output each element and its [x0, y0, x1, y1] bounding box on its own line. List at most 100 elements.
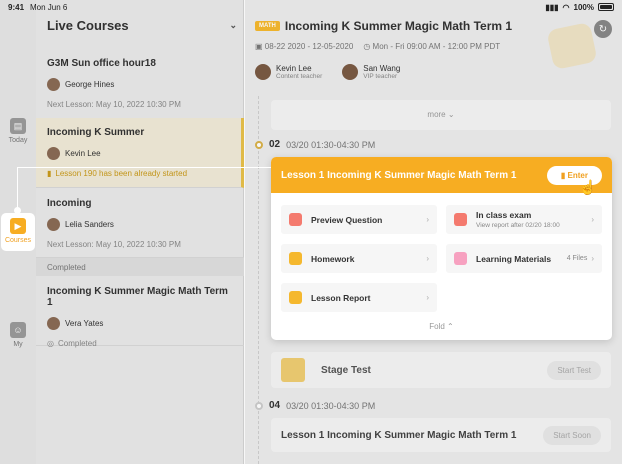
guide-line: [17, 167, 271, 168]
chevron-up-icon: ⌃: [447, 322, 454, 331]
preview-icon: [289, 213, 302, 226]
files-count: 4 Files: [566, 255, 588, 262]
timeline-dot: [255, 401, 263, 410]
homework-icon: [289, 252, 302, 265]
rail-label-courses: Courses: [4, 237, 32, 244]
lesson-row-header: 02 03/20 01:30-04:30 PM: [255, 139, 375, 150]
lesson-number: 02: [269, 139, 281, 150]
rail-item-courses[interactable]: ▶ Courses: [1, 213, 35, 251]
courses-play-icon: ▶: [10, 218, 26, 234]
course-title: G3M Sun office hour18: [47, 58, 156, 69]
start-soon-button: Start Soon: [543, 425, 601, 445]
avatar: [255, 64, 271, 80]
course-status: Lesson 190 has been already started: [55, 169, 188, 178]
rail-item-today[interactable]: ▤ Today: [0, 118, 36, 144]
course-list-header[interactable]: Live Courses ⌄: [47, 18, 237, 33]
lesson-time: 03/20 01:30-04:30 PM: [286, 400, 376, 411]
avatar: [47, 317, 60, 330]
report-icon: [289, 291, 302, 304]
calendar-icon: ▤: [10, 118, 26, 134]
chevron-right-icon: ›: [426, 293, 429, 302]
avatar: [47, 147, 60, 160]
tile-label: In class exam: [476, 210, 532, 220]
homework-tile[interactable]: Homework ›: [281, 244, 437, 273]
pointer-hand-icon: ☝: [579, 179, 597, 195]
chevron-down-icon[interactable]: ⌄: [229, 20, 237, 31]
chevron-right-icon: ›: [591, 215, 594, 224]
completed-section-label: Completed: [36, 258, 244, 276]
rail-label-today: Today: [8, 137, 28, 144]
course-teacher: Vera Yates: [65, 319, 104, 328]
lesson-card: Lesson 1 Incoming K Summer Magic Math Te…: [271, 418, 611, 452]
signal-icon: ▮▮▮: [545, 2, 559, 12]
date-range: 08-22 2020 - 12-05-2020: [264, 42, 354, 51]
course-list-panel: Live Courses ⌄ G3M Sun office hour18 Geo…: [36, 0, 244, 464]
course-title: Incoming K Summer Magic Math Term 1: [47, 286, 228, 308]
test-paper-icon: [281, 358, 305, 382]
rail-label-my: My: [13, 341, 23, 348]
more-button[interactable]: more ⌄: [271, 100, 611, 130]
course-title: Incoming: [47, 198, 92, 209]
page-title: Incoming K Summer Magic Math Term 1: [284, 19, 513, 33]
chevron-right-icon: ›: [426, 254, 429, 263]
play-decoration-icon: [546, 21, 598, 71]
course-teacher: Kevin Lee: [65, 149, 101, 158]
teacher-card: Kevin Lee Content teacher: [255, 64, 322, 80]
chevron-down-icon: ⌄: [447, 110, 455, 119]
tile-label: Homework: [311, 253, 355, 264]
materials-icon: [454, 252, 467, 265]
status-bar: 9:41 Mon Jun 6 ▮▮▮ ◠ 100%: [0, 0, 622, 14]
check-circle-icon: ◎: [47, 339, 54, 348]
status-time: 9:41: [8, 2, 25, 12]
preview-question-tile[interactable]: Preview Question ›: [281, 205, 437, 234]
chevron-right-icon: ›: [426, 215, 429, 224]
avatar: [47, 218, 60, 231]
learning-materials-tile[interactable]: Learning Materials 4 Files ›: [446, 244, 602, 273]
stage-test-card: Stage Test Start Test: [271, 352, 611, 388]
lesson-number: 04: [269, 400, 281, 411]
teacher-name: San Wang: [363, 64, 401, 73]
course-next-lesson: Next Lesson: May 10, 2022 10:30 PM: [47, 240, 181, 249]
course-item[interactable]: Incoming K Summer Magic Math Term 1 Vera…: [36, 276, 244, 348]
course-item-active[interactable]: Incoming K Summer Kevin Lee ▮ Lesson 190…: [36, 118, 244, 188]
course-teacher: Lelia Sanders: [65, 220, 114, 229]
course-teacher: George Hines: [65, 80, 115, 89]
lesson-report-tile[interactable]: Lesson Report ›: [281, 283, 437, 312]
teacher-name: Kevin Lee: [276, 64, 312, 73]
live-bars-icon: ▮: [47, 169, 52, 178]
avatar: [342, 64, 359, 80]
refresh-icon[interactable]: ↻: [594, 20, 612, 38]
tile-label: Lesson Report: [311, 292, 371, 303]
tile-label: Learning Materials: [476, 253, 552, 264]
expanded-lesson-card: Lesson 1 Incoming K Summer Magic Math Te…: [271, 157, 612, 340]
course-item[interactable]: G3M Sun office hour18 George Hines Next …: [36, 48, 244, 120]
rail-item-my[interactable]: ☺ My: [0, 322, 36, 348]
chevron-right-icon: ›: [591, 254, 594, 263]
calendar-icon: ▣: [255, 42, 263, 51]
profile-icon: ☺: [10, 322, 26, 338]
lesson-time: 03/20 01:30-04:30 PM: [286, 139, 376, 150]
battery-percent: 100%: [573, 2, 594, 12]
tile-sub: View report after 02/20 18:00: [476, 222, 560, 229]
wifi-icon: ◠: [562, 2, 570, 12]
clock-icon: ◷: [363, 42, 371, 51]
teacher-role: VIP teacher: [363, 73, 398, 80]
subject-tag: MATH: [255, 21, 280, 31]
in-class-exam-tile[interactable]: In class exam View report after 02/20 18:…: [446, 205, 602, 234]
tile-label: Preview Question: [311, 214, 383, 225]
lesson-row-header: 04 03/20 01:30-04:30 PM: [255, 400, 375, 411]
course-list-title: Live Courses: [47, 18, 129, 33]
exam-icon: [454, 213, 467, 226]
start-test-button[interactable]: Start Test: [547, 360, 601, 380]
battery-icon: [598, 3, 614, 11]
timeline-dot: [255, 140, 263, 149]
fold-label: Fold: [429, 322, 445, 331]
lesson-title: Lesson 1 Incoming K Summer Magic Math Te…: [281, 429, 517, 441]
fold-button[interactable]: Fold ⌃: [271, 322, 612, 331]
schedule: Mon - Fri 09:00 AM - 12:00 PM PDT: [372, 42, 501, 51]
live-bars-icon: ▮: [560, 170, 566, 180]
teacher-card: San Wang VIP teacher: [342, 64, 400, 80]
avatar: [47, 78, 60, 91]
course-item[interactable]: Incoming Lelia Sanders Next Lesson: May …: [36, 188, 244, 258]
course-next-lesson: Next Lesson: May 10, 2022 10:30 PM: [47, 100, 181, 109]
